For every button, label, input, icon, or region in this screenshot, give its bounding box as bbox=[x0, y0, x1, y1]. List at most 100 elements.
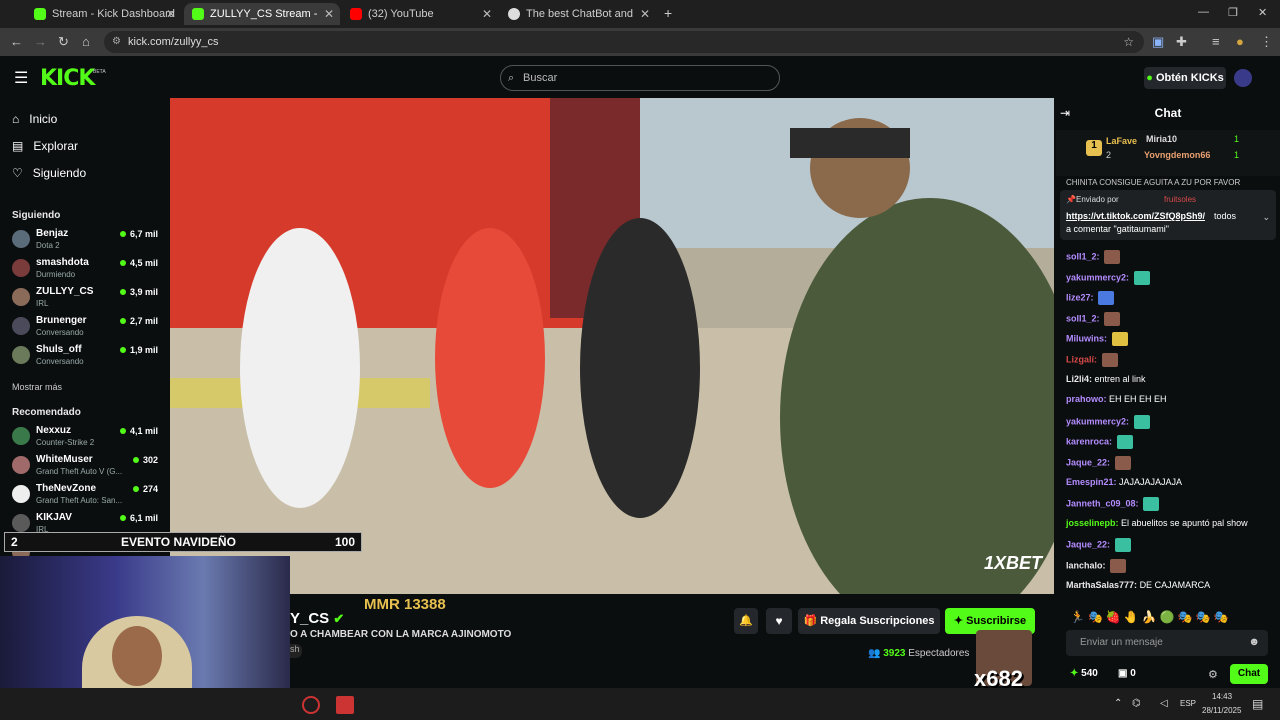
chat-username[interactable]: lize27: bbox=[1066, 293, 1094, 303]
emoji-icon[interactable]: ☻ bbox=[1248, 636, 1260, 648]
channel-category: Counter-Strike 2 bbox=[36, 438, 95, 447]
chat-text: JAJAJAJAJAJA bbox=[1119, 476, 1183, 487]
channel-item[interactable]: Shuls_off Conversando 1,9 mil bbox=[12, 342, 162, 370]
chat-username[interactable]: Lizgalí: bbox=[1066, 354, 1097, 364]
chat-username[interactable]: soll1_2: bbox=[1066, 313, 1100, 323]
hamburger-menu-icon[interactable]: ☰ bbox=[14, 68, 28, 88]
send-chat-button[interactable]: Chat bbox=[1230, 664, 1268, 684]
chat-username[interactable]: Janneth_c09_08: bbox=[1066, 499, 1139, 509]
chat-username[interactable]: Miluwins: bbox=[1066, 334, 1107, 344]
tab-zullyy-stream[interactable]: ZULLYY_CS Stream - Watch ✕ bbox=[184, 3, 340, 25]
close-icon[interactable]: ✕ bbox=[482, 7, 492, 21]
tab-search-icon[interactable]: ≡ bbox=[1212, 34, 1220, 49]
clock-time[interactable]: 14:43 bbox=[1212, 692, 1232, 701]
sponsor-watermark: 1XBET bbox=[983, 553, 1042, 573]
pinned-message[interactable]: 📌 Enviado por fruitsoles https://vt.tikt… bbox=[1060, 190, 1276, 240]
chat-username[interactable]: prahowo: bbox=[1066, 394, 1107, 404]
channel-item[interactable]: smashdota Durmiendo 4,5 mil bbox=[12, 255, 162, 283]
tray-network-icon[interactable]: ⌬ bbox=[1132, 698, 1141, 709]
chat-emote bbox=[1101, 353, 1118, 367]
close-icon[interactable]: ✕ bbox=[166, 7, 176, 21]
chat-username[interactable]: MarthaSalas777: bbox=[1066, 580, 1137, 590]
sidebar-item-explorar[interactable]: ▤ Explorar bbox=[12, 139, 78, 153]
channel-item[interactable]: WhiteMuser Grand Theft Auto V (G... 302 bbox=[12, 452, 162, 480]
video-player[interactable]: 1XBET bbox=[170, 98, 1054, 594]
mmr-label: MMR 13388 bbox=[364, 596, 446, 613]
chat-input[interactable]: Enviar un mensaje ☻ bbox=[1066, 630, 1268, 656]
channel-name: Benjaz bbox=[36, 228, 69, 239]
chat-username[interactable]: yakummercy2: bbox=[1066, 272, 1129, 282]
chat-emote bbox=[1111, 332, 1128, 347]
close-icon[interactable]: ✕ bbox=[640, 7, 650, 21]
close-icon[interactable]: ✕ bbox=[324, 7, 334, 21]
maximize-icon[interactable]: ❐ bbox=[1228, 6, 1238, 19]
gift-counter[interactable]: ▣ 0 bbox=[1118, 668, 1136, 679]
menu-icon[interactable]: ⋮ bbox=[1260, 34, 1273, 50]
volume-icon[interactable]: ◁ bbox=[1160, 698, 1168, 709]
extensions-icon[interactable]: ✚ bbox=[1176, 34, 1187, 50]
chat-username[interactable]: Emespin21: bbox=[1066, 477, 1117, 487]
tray-chevron-icon[interactable]: ⌃ bbox=[1114, 698, 1122, 709]
chat-username[interactable]: Li2li4: bbox=[1066, 374, 1092, 384]
clock-date[interactable]: 28/11/2025 bbox=[1202, 706, 1241, 715]
forward-icon[interactable]: → bbox=[34, 34, 47, 49]
sidebar-item-siguiendo[interactable]: ♡ Siguiendo bbox=[12, 166, 86, 180]
profile-icon[interactable]: ● bbox=[1236, 34, 1244, 49]
tab-kick-dashboard[interactable]: Stream - Kick Dashboard ✕ bbox=[26, 3, 182, 25]
notification-icon[interactable]: ▤ bbox=[1252, 697, 1263, 711]
search-placeholder: Buscar bbox=[523, 72, 558, 84]
url-bar[interactable]: ⚙ kick.com/zullyy_cs ☆ bbox=[104, 31, 1144, 53]
new-tab-icon[interactable]: + bbox=[664, 5, 672, 21]
kick-logo[interactable]: KICK bbox=[40, 66, 95, 91]
emote-bar[interactable]: 🏃🎭🍓🤚🍌🟢🎭🎭🎭 bbox=[1070, 610, 1231, 624]
settings-gear-icon[interactable]: ⚙ bbox=[1208, 668, 1218, 681]
chevron-down-icon[interactable]: ⌄ bbox=[1262, 212, 1270, 223]
translate-icon[interactable]: ▣ bbox=[1152, 34, 1164, 50]
tab-youtube[interactable]: (32) YouTube ✕ bbox=[342, 3, 498, 25]
avatar bbox=[12, 230, 30, 248]
channel-item[interactable]: Nexxuz Counter-Strike 2 4,1 mil bbox=[12, 423, 162, 451]
gift-counter-value: 0 bbox=[1130, 668, 1136, 679]
chat-username[interactable]: lanchalo: bbox=[1066, 560, 1106, 570]
channel-points[interactable]: ✦ 540 bbox=[1070, 668, 1098, 679]
get-kicks-button[interactable]: ● Obtén KICKs bbox=[1144, 67, 1226, 89]
viewer-count-label: Espectadores bbox=[908, 648, 970, 659]
channel-item[interactable]: ZULLYY_CS IRL 3,9 mil bbox=[12, 284, 162, 312]
pinned-link[interactable]: https://vt.tiktok.com/ZSfQ8pSh9/ bbox=[1066, 211, 1205, 221]
sidebar-item-label: Explorar bbox=[33, 139, 79, 153]
chat-username[interactable]: karenroca: bbox=[1066, 437, 1112, 447]
sidebar-item-inicio[interactable]: ⌂ Inicio bbox=[12, 112, 57, 126]
show-more-link[interactable]: Mostrar más bbox=[12, 382, 62, 392]
chat-username[interactable]: yakummercy2: bbox=[1066, 416, 1129, 426]
tab-chatbot[interactable]: The best ChatBot and Widgets ✕ bbox=[500, 3, 656, 25]
bookmark-star-icon[interactable]: ☆ bbox=[1123, 31, 1134, 53]
channel-item[interactable]: TheNevZone Grand Theft Auto: San... 274 bbox=[12, 481, 162, 509]
window-close-icon[interactable]: ✕ bbox=[1258, 6, 1267, 19]
channel-category: Conversando bbox=[36, 328, 84, 337]
bell-icon: 🔔 bbox=[739, 615, 753, 627]
channel-item[interactable]: Benjaz Dota 2 6,7 mil bbox=[12, 226, 162, 254]
chat-username[interactable]: josselinepb: bbox=[1066, 518, 1119, 528]
user-avatar[interactable] bbox=[1234, 69, 1252, 87]
obs-app-icon[interactable] bbox=[302, 696, 320, 714]
chat-username[interactable]: Jaque_22: bbox=[1066, 540, 1110, 550]
search-input[interactable]: ⌕ Buscar bbox=[500, 65, 780, 91]
avatar bbox=[12, 346, 30, 364]
site-info-icon[interactable]: ⚙ bbox=[112, 31, 121, 53]
home-icon[interactable]: ⌂ bbox=[82, 34, 90, 49]
avatar bbox=[12, 427, 30, 445]
input-language[interactable]: ESP bbox=[1180, 699, 1196, 708]
channel-item[interactable]: Brunenger Conversando 2,7 mil bbox=[12, 313, 162, 341]
reload-icon[interactable]: ↻ bbox=[58, 34, 69, 50]
notification-bell-button[interactable]: 🔔 bbox=[734, 608, 758, 634]
stream-tag[interactable]: sh bbox=[290, 644, 302, 658]
follow-heart-button[interactable]: ♥ bbox=[766, 608, 792, 634]
dota-app-icon[interactable] bbox=[336, 696, 354, 714]
minimize-icon[interactable]: — bbox=[1198, 6, 1209, 18]
chat-username[interactable]: soll1_2: bbox=[1066, 251, 1100, 261]
streamer-name[interactable]: Y_CS ✔ bbox=[290, 610, 344, 627]
gift-subs-button[interactable]: 🎁 Regala Suscripciones bbox=[798, 608, 940, 634]
back-icon[interactable]: ← bbox=[10, 34, 23, 49]
chat-username[interactable]: Jaque_22: bbox=[1066, 457, 1110, 467]
channel-name: Brunenger bbox=[36, 315, 87, 326]
